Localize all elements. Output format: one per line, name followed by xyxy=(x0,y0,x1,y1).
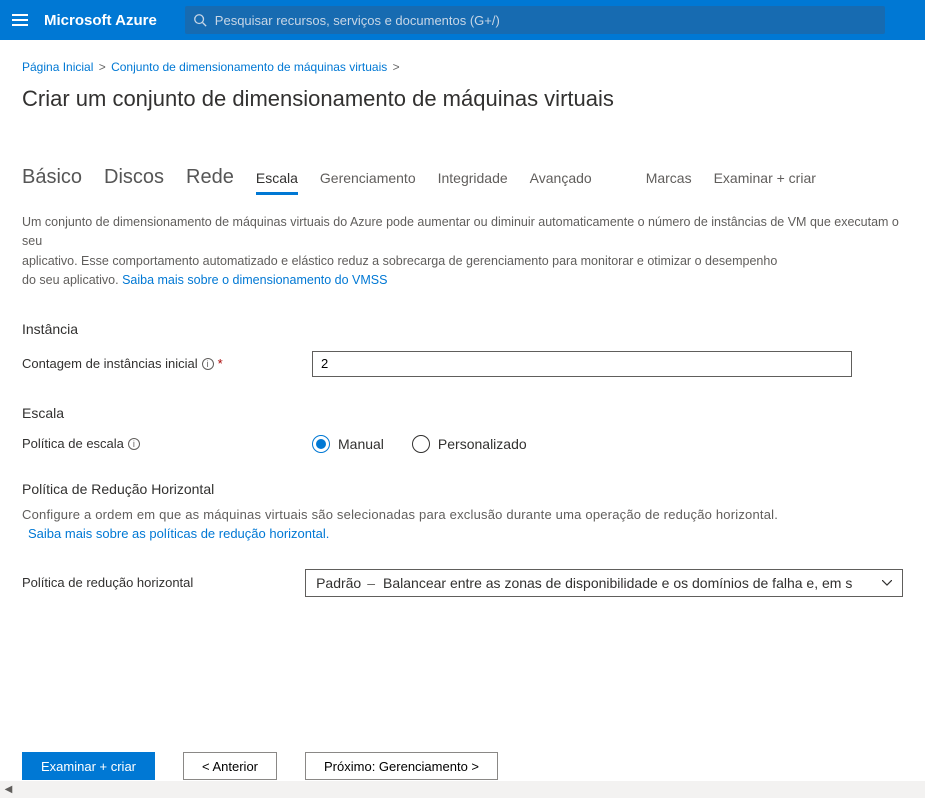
tab-network[interactable]: Rede xyxy=(186,166,234,189)
scale-policy-label: Política de escala i xyxy=(22,436,312,451)
intro-line2: aplicativo. Esse comportamento automatiz… xyxy=(22,254,777,268)
page-title: Criar um conjunto de dimensionamento de … xyxy=(22,86,903,112)
info-icon[interactable]: i xyxy=(202,358,214,370)
tab-disks[interactable]: Discos xyxy=(104,166,164,189)
scalein-policy-row: Política de redução horizontal Padrão – … xyxy=(22,569,903,597)
radio-manual[interactable]: Manual xyxy=(312,435,384,453)
scale-heading: Escala xyxy=(22,405,903,421)
content-area: Página Inicial > Conjunto de dimensionam… xyxy=(0,40,925,597)
breadcrumb: Página Inicial > Conjunto de dimensionam… xyxy=(22,60,903,74)
dropdown-prefix: Padrão xyxy=(316,575,361,591)
radio-icon xyxy=(412,435,430,453)
breadcrumb-vmss[interactable]: Conjunto de dimensionamento de máquinas … xyxy=(111,60,387,74)
scroll-left-icon[interactable]: ◀ xyxy=(0,781,17,798)
next-button[interactable]: Próximo: Gerenciamento > xyxy=(305,752,498,780)
intro-link[interactable]: Saiba mais sobre o dimensionamento do VM… xyxy=(122,273,387,287)
radio-custom[interactable]: Personalizado xyxy=(412,435,527,453)
top-bar: Microsoft Azure xyxy=(0,0,925,40)
chevron-down-icon xyxy=(882,580,892,586)
tab-tags[interactable]: Marcas xyxy=(646,170,692,192)
intro-text: Um conjunto de dimensionamento de máquin… xyxy=(22,213,903,291)
hamburger-menu-icon[interactable] xyxy=(12,14,28,26)
instance-heading: Instância xyxy=(22,321,903,337)
dropdown-body: Balancear entre as zonas de disponibilid… xyxy=(383,575,852,591)
brand-label: Microsoft Azure xyxy=(44,12,157,29)
tab-scale[interactable]: Escala xyxy=(256,170,298,195)
scalein-policy-dropdown[interactable]: Padrão – Balancear entre as zonas de dis… xyxy=(305,569,903,597)
tab-basic[interactable]: Básico xyxy=(22,166,82,189)
instance-count-input[interactable] xyxy=(312,351,852,377)
search-input[interactable] xyxy=(215,13,877,28)
breadcrumb-home[interactable]: Página Inicial xyxy=(22,60,93,74)
scale-policy-label-text: Política de escala xyxy=(22,436,124,451)
scalein-policy-label: Política de redução horizontal xyxy=(22,575,305,590)
radio-custom-label: Personalizado xyxy=(438,436,527,452)
breadcrumb-sep: > xyxy=(99,60,106,74)
instance-count-row: Contagem de instâncias inicial i * xyxy=(22,351,903,377)
scalein-link[interactable]: Saiba mais sobre as políticas de redução… xyxy=(28,526,903,541)
tab-advanced[interactable]: Avançado xyxy=(530,170,592,192)
global-search[interactable] xyxy=(185,6,885,34)
scale-policy-radio-group: Manual Personalizado xyxy=(312,435,527,453)
review-create-button[interactable]: Examinar + criar xyxy=(22,752,155,780)
intro-line3a: do seu aplicativo. xyxy=(22,273,122,287)
scalein-desc: Configure a ordem em que as máquinas vir… xyxy=(22,507,903,522)
tab-review[interactable]: Examinar + criar xyxy=(714,170,816,186)
info-icon[interactable]: i xyxy=(128,438,140,450)
dropdown-sep: – xyxy=(367,575,375,591)
previous-button[interactable]: < Anterior xyxy=(183,752,277,780)
tab-management[interactable]: Gerenciamento xyxy=(320,170,416,192)
radio-icon xyxy=(312,435,330,453)
radio-manual-label: Manual xyxy=(338,436,384,452)
scalein-section: Política de Redução Horizontal Configure… xyxy=(22,481,903,597)
wizard-tabs: Básico Discos Rede Escala Gerenciamento … xyxy=(22,166,903,195)
tab-health[interactable]: Integridade xyxy=(438,170,508,192)
scalein-heading: Política de Redução Horizontal xyxy=(22,481,903,497)
wizard-footer: Examinar + criar < Anterior Próximo: Ger… xyxy=(0,738,925,780)
horizontal-scrollbar[interactable]: ◀ xyxy=(0,781,925,798)
intro-line1: Um conjunto de dimensionamento de máquin… xyxy=(22,215,899,248)
search-icon xyxy=(193,13,207,27)
instance-count-label: Contagem de instâncias inicial i * xyxy=(22,356,312,371)
scale-policy-row: Política de escala i Manual Personalizad… xyxy=(22,435,903,453)
breadcrumb-sep: > xyxy=(393,60,400,74)
instance-count-label-text: Contagem de instâncias inicial xyxy=(22,356,198,371)
required-asterisk: * xyxy=(218,356,223,371)
